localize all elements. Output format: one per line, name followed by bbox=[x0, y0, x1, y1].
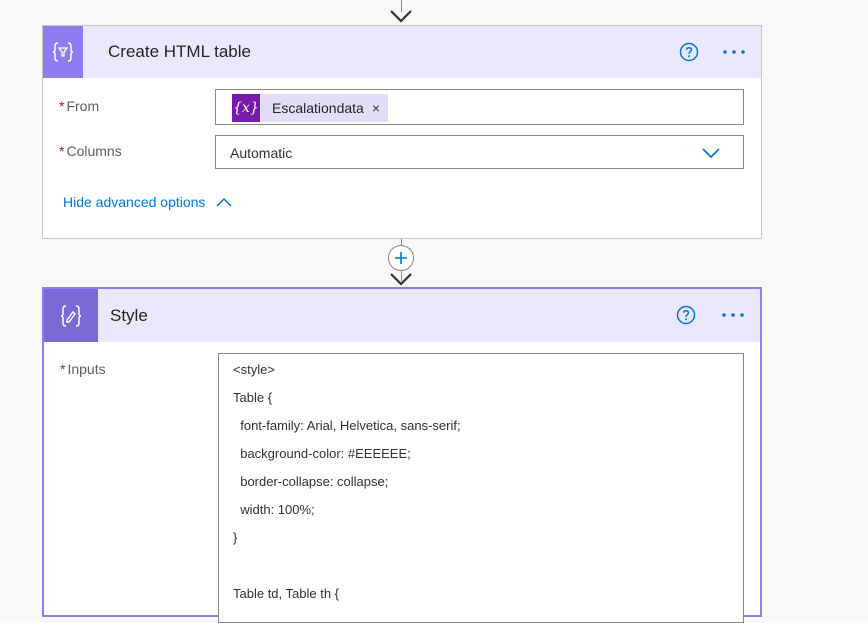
data-operation-icon bbox=[43, 26, 83, 78]
inputs-label-text: Inputs bbox=[67, 361, 106, 377]
help-icon[interactable] bbox=[679, 42, 699, 62]
card-title: Style bbox=[110, 305, 148, 325]
code-line: border-collapse: collapse; bbox=[233, 474, 389, 489]
plus-icon bbox=[395, 252, 407, 264]
columns-label: * Columns bbox=[59, 143, 122, 159]
chevron-up-icon bbox=[216, 197, 232, 207]
hide-advanced-options-link[interactable]: Hide advanced options bbox=[63, 194, 232, 210]
compose-icon bbox=[44, 289, 98, 342]
code-line: Table { bbox=[233, 390, 273, 405]
code-line: background-color: #EEEEEE; bbox=[233, 446, 411, 461]
card-header[interactable]: Create HTML table bbox=[43, 26, 761, 78]
token-label: Escalationdata bbox=[272, 100, 364, 116]
card-title: Create HTML table bbox=[108, 42, 251, 61]
from-field[interactable]: {x} Escalationdata × bbox=[215, 89, 744, 125]
hide-advanced-options-label: Hide advanced options bbox=[63, 194, 206, 210]
required-marker: * bbox=[60, 361, 66, 377]
card-header[interactable]: Style bbox=[44, 289, 760, 342]
columns-dropdown[interactable]: Automatic bbox=[215, 135, 744, 169]
more-options-icon[interactable] bbox=[720, 305, 746, 325]
inputs-label: * Inputs bbox=[60, 361, 106, 377]
more-options-icon[interactable] bbox=[721, 42, 747, 62]
columns-selected-value: Automatic bbox=[230, 145, 293, 161]
variable-icon: {x} bbox=[232, 94, 260, 122]
columns-label-text: Columns bbox=[66, 143, 122, 159]
inputs-field[interactable]: <style> Table { font-family: Arial, Helv… bbox=[218, 353, 744, 623]
required-marker: * bbox=[59, 98, 65, 114]
add-step-button[interactable] bbox=[388, 245, 414, 271]
code-line: <style> bbox=[233, 362, 275, 377]
connector-arrow-middle bbox=[390, 273, 412, 286]
from-label-text: From bbox=[66, 98, 100, 114]
required-marker: * bbox=[59, 143, 65, 159]
connector-arrow-top bbox=[390, 10, 412, 23]
chevron-down-icon[interactable] bbox=[701, 146, 721, 160]
create-html-table-card[interactable]: Create HTML table * From {x} Escalationda… bbox=[42, 25, 762, 239]
remove-token-icon[interactable]: × bbox=[372, 100, 380, 116]
code-line: } bbox=[233, 530, 238, 545]
code-line: Table td, Table th { bbox=[233, 586, 340, 601]
help-icon[interactable] bbox=[676, 305, 696, 325]
code-line: font-family: Arial, Helvetica, sans-seri… bbox=[233, 418, 461, 433]
code-line: width: 100%; bbox=[233, 502, 315, 517]
from-label: * From bbox=[59, 98, 99, 114]
style-action-card[interactable]: Style * Inputs <style> Table { font-famil… bbox=[42, 287, 762, 623]
dynamic-content-token[interactable]: {x} Escalationdata × bbox=[232, 94, 388, 122]
